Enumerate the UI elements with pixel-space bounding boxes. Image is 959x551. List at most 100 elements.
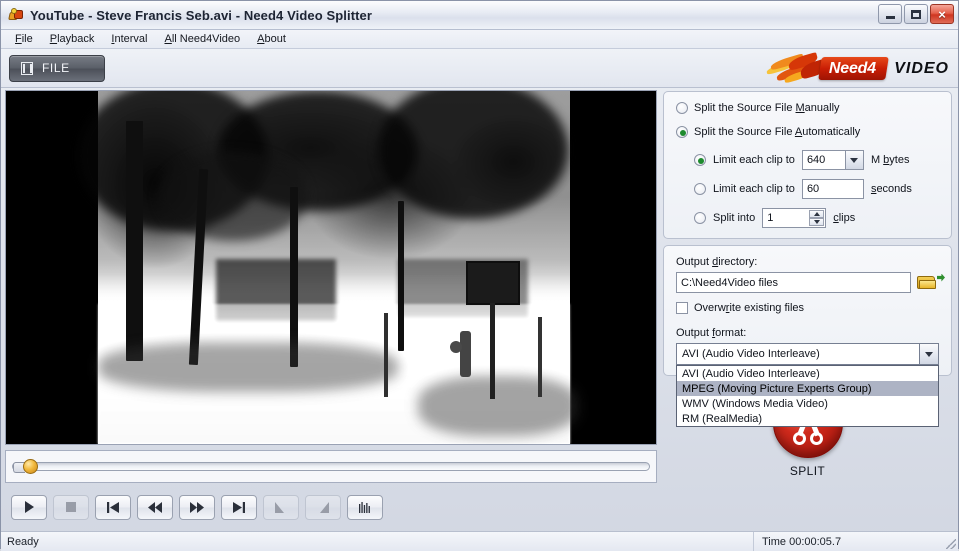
limit-time-label: Limit each clip to bbox=[713, 183, 795, 195]
mark-start-icon bbox=[275, 501, 284, 513]
rewind-button[interactable] bbox=[137, 494, 173, 520]
radio-split-manually[interactable]: Split the Source File Manually bbox=[676, 102, 939, 114]
play-button[interactable] bbox=[11, 494, 47, 520]
option-limit-by-time[interactable]: Limit each clip to 60 seconds bbox=[694, 179, 939, 199]
file-button[interactable]: FILE bbox=[9, 54, 105, 82]
clip-count-stepper[interactable]: 1 bbox=[762, 208, 827, 228]
output-directory-label: Output directory: bbox=[676, 256, 758, 268]
radio-icon[interactable] bbox=[694, 212, 706, 224]
seek-bar-container bbox=[5, 450, 657, 483]
fast-forward-icon bbox=[190, 501, 204, 513]
menu-bar: File Playback Interval All Need4Video Ab… bbox=[1, 30, 958, 49]
output-group: Output directory: C:\Need4Video files Ov… bbox=[663, 245, 952, 427]
clip-size-value: 640 bbox=[806, 154, 826, 166]
radio-icon-selected bbox=[676, 126, 688, 138]
stepper-down-icon[interactable] bbox=[809, 218, 825, 226]
toolbar: FILE Need4 VIDEO bbox=[1, 49, 958, 88]
radio-split-automatically[interactable]: Split the Source File Automatically bbox=[676, 126, 939, 138]
main-body: Split the Source File Manually Split the… bbox=[1, 88, 958, 531]
overwrite-existing-checkbox[interactable]: Overwrite existing files bbox=[676, 302, 939, 314]
output-format-selected-value: AVI (Audio Video Interleave) bbox=[682, 348, 820, 360]
clip-seconds-input[interactable]: 60 bbox=[801, 179, 864, 199]
auto-split-suboptions: Limit each clip to 640 M bytes Limit eac… bbox=[676, 150, 939, 228]
window-controls: × bbox=[878, 4, 954, 24]
menu-item-file[interactable]: File bbox=[8, 32, 40, 46]
maximize-button[interactable] bbox=[904, 4, 928, 24]
dropdown-option-wmv[interactable]: WMV (Windows Media Video) bbox=[677, 396, 938, 411]
split-mode-group: Split the Source File Manually Split the… bbox=[663, 91, 952, 239]
app-icon bbox=[8, 7, 24, 23]
split-button-label: SPLIT bbox=[789, 464, 826, 478]
clip-seconds-value: 60 bbox=[806, 183, 820, 195]
limit-size-label: Limit each clip to bbox=[713, 154, 795, 166]
option-limit-by-size[interactable]: Limit each clip to 640 M bytes bbox=[694, 150, 939, 170]
radio-icon[interactable] bbox=[694, 183, 706, 195]
video-preview[interactable] bbox=[5, 90, 657, 445]
status-time: Time 00:00:05.7 bbox=[762, 535, 842, 548]
file-button-label: FILE bbox=[42, 61, 70, 75]
checkbox-icon bbox=[676, 302, 688, 314]
clip-size-combo[interactable]: 640 bbox=[801, 150, 864, 170]
mark-end-icon bbox=[320, 501, 329, 513]
need4video-logo: Need4 VIDEO bbox=[765, 52, 949, 84]
status-bar: Ready Time 00:00:05.7 bbox=[1, 531, 958, 551]
overwrite-existing-label: Overwrite existing files bbox=[694, 302, 805, 314]
menu-item-all-need4video[interactable]: All Need4Video bbox=[157, 32, 247, 46]
logo-video-text: VIDEO bbox=[894, 59, 949, 77]
folder-open-icon[interactable] bbox=[917, 273, 939, 293]
output-format-combo[interactable]: AVI (Audio Video Interleave) bbox=[676, 343, 939, 365]
chevron-down-icon[interactable] bbox=[844, 151, 863, 169]
skip-to-start-icon bbox=[107, 501, 119, 513]
status-text: Ready bbox=[1, 532, 754, 551]
mark-start-button[interactable] bbox=[263, 494, 299, 520]
radio-split-manually-label: Split the Source File Manually bbox=[694, 102, 840, 114]
player-pane bbox=[1, 88, 661, 531]
seek-slider[interactable] bbox=[12, 459, 650, 474]
menu-item-about[interactable]: About bbox=[250, 32, 293, 46]
output-directory-input[interactable]: C:\Need4Video files bbox=[676, 272, 911, 293]
app-window: YouTube - Steve Francis Seb.avi - Need4 … bbox=[0, 0, 959, 551]
options-pane: Split the Source File Manually Split the… bbox=[661, 88, 958, 531]
menu-accel: F bbox=[15, 33, 22, 45]
stop-button[interactable] bbox=[53, 494, 89, 520]
split-into-label: Split into bbox=[713, 212, 756, 224]
dropdown-option-rm[interactable]: RM (RealMedia) bbox=[677, 411, 938, 426]
last-frame-button[interactable] bbox=[221, 494, 257, 520]
waveform-icon bbox=[359, 502, 370, 513]
waveform-button[interactable] bbox=[347, 494, 383, 520]
stepper-up-icon[interactable] bbox=[809, 210, 825, 218]
fast-forward-button[interactable] bbox=[179, 494, 215, 520]
clip-count-unit: clips bbox=[833, 212, 856, 224]
first-frame-button[interactable] bbox=[95, 494, 131, 520]
dropdown-option-mpeg[interactable]: MPEG (Moving Picture Experts Group) bbox=[677, 381, 938, 396]
output-directory-row: C:\Need4Video files bbox=[676, 272, 939, 293]
menu-accel: P bbox=[49, 33, 58, 45]
seek-slider-thumb[interactable] bbox=[23, 459, 38, 474]
clip-size-unit: M bytes bbox=[870, 154, 910, 166]
option-split-into-count[interactable]: Split into 1 clips bbox=[694, 208, 939, 228]
minimize-button[interactable] bbox=[878, 4, 902, 24]
rewind-icon bbox=[148, 501, 162, 513]
radio-icon-selected[interactable] bbox=[694, 154, 706, 166]
menu-item-playback[interactable]: Playback bbox=[43, 32, 102, 46]
chevron-down-icon[interactable] bbox=[919, 344, 938, 364]
stepper-arrows[interactable] bbox=[809, 210, 825, 226]
close-button[interactable]: × bbox=[930, 4, 954, 24]
output-format-label: Output format: bbox=[676, 327, 747, 339]
transport-controls bbox=[5, 483, 657, 531]
resize-grip-icon[interactable] bbox=[944, 532, 958, 551]
title-bar: YouTube - Steve Francis Seb.avi - Need4 … bbox=[1, 1, 958, 30]
radio-icon bbox=[676, 102, 688, 114]
film-strip-icon bbox=[21, 61, 33, 75]
dropdown-option-avi[interactable]: AVI (Audio Video Interleave) bbox=[677, 366, 938, 381]
skip-to-end-icon bbox=[233, 501, 245, 513]
output-format-combo-wrap: AVI (Audio Video Interleave) AVI (Audio … bbox=[676, 343, 939, 427]
menu-item-interval[interactable]: Interval bbox=[104, 32, 154, 46]
stop-icon bbox=[66, 502, 76, 512]
play-icon bbox=[24, 501, 34, 513]
output-directory-value: C:\Need4Video files bbox=[681, 276, 779, 289]
mark-end-button[interactable] bbox=[305, 494, 341, 520]
output-format-dropdown[interactable]: AVI (Audio Video Interleave) MPEG (Movin… bbox=[676, 365, 939, 427]
menu-accel: A bbox=[164, 33, 172, 45]
radio-split-automatically-label: Split the Source File Automatically bbox=[694, 126, 861, 138]
